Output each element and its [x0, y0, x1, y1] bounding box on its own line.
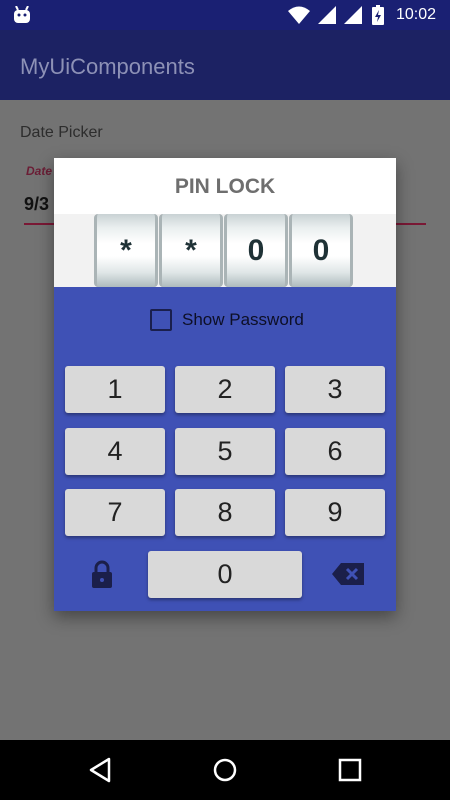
recents-icon[interactable] [337, 757, 363, 783]
app-title: MyUiComponents [20, 54, 195, 79]
key-4-button[interactable]: 4 [65, 428, 165, 475]
pin-drum-value: * [120, 234, 132, 267]
key-5-button[interactable]: 5 [175, 428, 275, 475]
key-1-button[interactable]: 1 [65, 366, 165, 413]
show-password-label: Show Password [182, 310, 304, 329]
navigation-bar [0, 740, 450, 800]
key-8-button[interactable]: 8 [175, 489, 275, 536]
pin-drum[interactable]: * [94, 214, 158, 287]
key-0-button[interactable]: 0 [148, 551, 302, 598]
key-6-button[interactable]: 6 [285, 428, 385, 475]
pin-drum-strip: * * 0 0 [54, 214, 396, 287]
dialog-header: PIN LOCK [54, 158, 396, 214]
pin-drum[interactable]: 0 [224, 214, 288, 287]
wifi-icon [288, 6, 310, 24]
date-field-value[interactable]: 9/3 [24, 194, 49, 215]
pin-drum[interactable]: * [159, 214, 223, 287]
dialog-title: PIN LOCK [174, 175, 276, 198]
key-9-button[interactable]: 9 [285, 489, 385, 536]
key-3-button[interactable]: 3 [285, 366, 385, 413]
signal-icon [318, 6, 336, 24]
backspace-icon[interactable] [332, 563, 364, 585]
status-time: 10:02 [396, 6, 437, 23]
key-7-button[interactable]: 7 [65, 489, 165, 536]
app-bar: MyUiComponents [0, 30, 450, 100]
status-bar: 10:02 [0, 0, 450, 30]
date-picker-label: Date Picker [20, 124, 103, 141]
date-field-hint: Date [26, 164, 53, 178]
battery-icon [372, 5, 384, 25]
pin-drum-value: 0 [312, 234, 330, 267]
show-password-checkbox[interactable] [150, 309, 172, 331]
pin-drum-value: 0 [247, 234, 265, 267]
home-icon[interactable] [212, 757, 238, 783]
pin-lock-dialog: PIN LOCK * * 0 0 Show Password 1 2 3 4 5… [54, 158, 396, 611]
key-2-button[interactable]: 2 [175, 366, 275, 413]
signal-icon-2 [344, 6, 362, 24]
pin-drum[interactable]: 0 [289, 214, 353, 287]
pin-drum-value: * [185, 234, 197, 267]
back-icon[interactable] [87, 757, 113, 783]
lock-icon[interactable] [91, 560, 113, 588]
android-icon [14, 6, 30, 23]
